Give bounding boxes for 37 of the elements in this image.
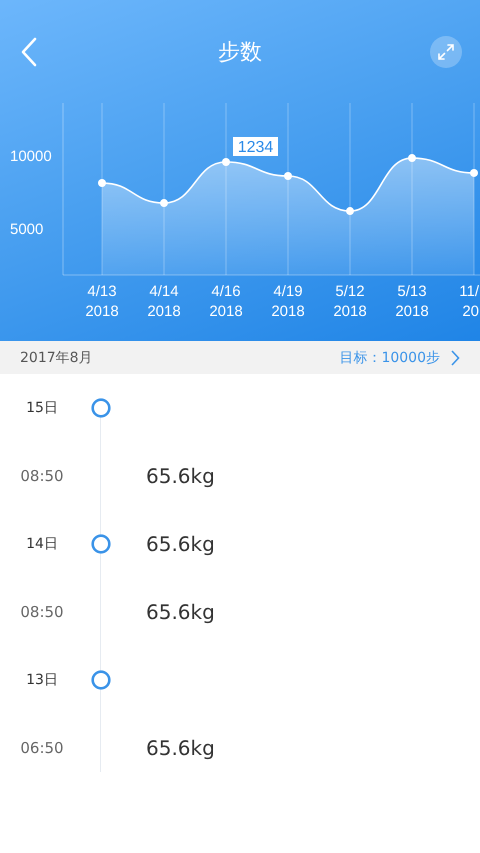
timeline-node-icon <box>91 398 111 418</box>
y-axis-label: 10000 <box>10 148 52 165</box>
timeline-node-icon <box>91 534 111 554</box>
record-label: 08:50 <box>19 467 65 485</box>
timeline-node-icon <box>91 670 111 690</box>
x-axis-label: 4/14 2018 <box>147 283 181 320</box>
expand-icon[interactable] <box>430 36 462 68</box>
y-axis-label: 5000 <box>10 220 44 238</box>
record-label: 13日 <box>25 671 59 689</box>
x-axis-label: 5/12 2018 <box>333 283 367 320</box>
data-point <box>160 199 168 208</box>
record-label: 08:50 <box>19 603 65 621</box>
record-label: 14日 <box>25 535 59 553</box>
x-axis-label: 11/ 20 <box>459 283 479 320</box>
data-point <box>470 168 478 177</box>
weight-value: 65.6kg <box>145 600 216 624</box>
chevron-icon <box>450 350 460 366</box>
x-axis-label: 4/16 2018 <box>209 283 243 320</box>
data-point <box>346 207 354 216</box>
annotation: 1234 <box>238 138 274 156</box>
page-title: 步数 <box>218 39 262 67</box>
data-point <box>284 172 292 180</box>
goal-link[interactable]: 目标：10000步 <box>339 348 460 366</box>
x-axis-label: 4/13 2018 <box>85 283 119 320</box>
data-point <box>222 158 230 166</box>
record-label: 06:50 <box>19 739 65 757</box>
weight-value: 65.6kg <box>145 532 216 556</box>
back-icon[interactable] <box>20 36 38 66</box>
value-tag: 1234 <box>233 137 278 156</box>
weight-value: 65.6kg <box>145 464 216 488</box>
data-point <box>98 179 106 188</box>
data-point <box>408 154 416 162</box>
record-label: 15日 <box>25 399 59 417</box>
x-axis-label: 4/19 2018 <box>271 283 305 320</box>
month-label: 2017年8月 <box>20 348 93 366</box>
x-axis-label: 5/13 2018 <box>395 283 429 320</box>
weight-value: 65.6kg <box>145 736 216 760</box>
